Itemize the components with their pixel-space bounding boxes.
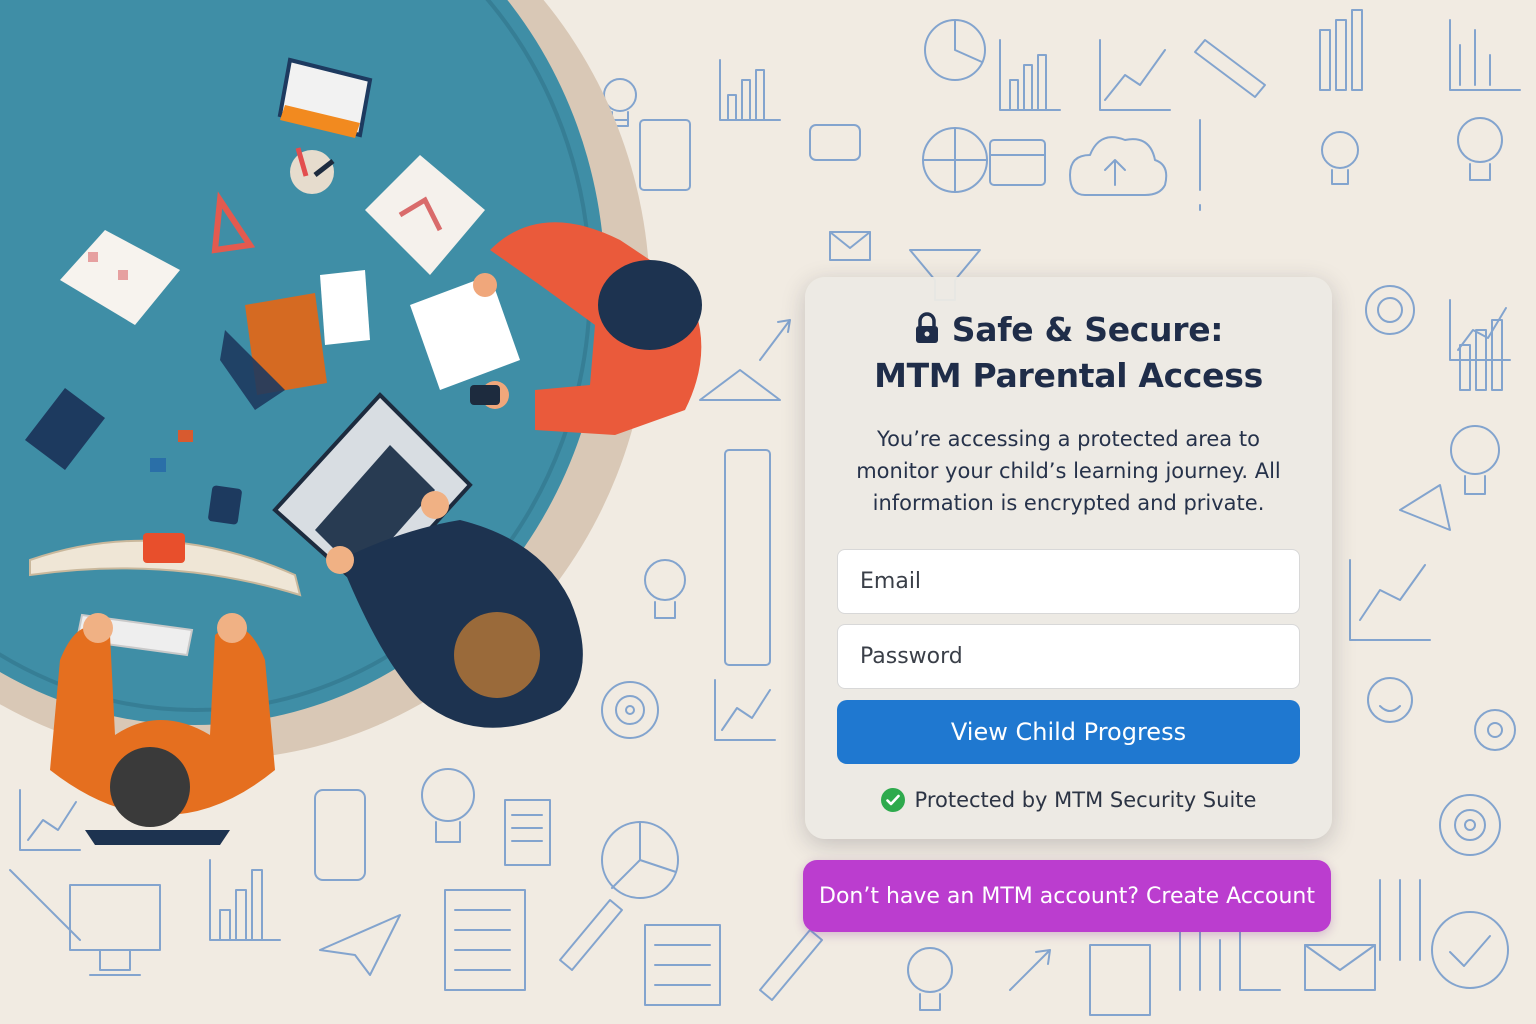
title-line-2: MTM Parental Access (874, 356, 1263, 395)
pencil-doodle (1194, 39, 1266, 98)
security-note-text: Protected by MTM Security Suite (914, 788, 1257, 812)
arrow-doodle (1009, 949, 1051, 991)
globe-doodle (922, 127, 988, 193)
lightbulb-doodle (1321, 131, 1359, 185)
arrow-doodle (759, 319, 791, 361)
card-description: You’re accessing a protected area to mon… (856, 427, 1281, 515)
cloud-upload-doodle (1069, 136, 1168, 196)
pie-doodle (924, 19, 986, 81)
bar-chart-doodle (719, 59, 781, 121)
computer-doodle (69, 884, 161, 976)
business-text-doodle (724, 449, 771, 666)
view-child-progress-button[interactable]: View Child Progress (837, 700, 1300, 764)
bar-chart-doodle (1449, 19, 1521, 91)
pencil-doodle (759, 929, 823, 1001)
checklist-doodle (444, 889, 526, 991)
bar-chart-doodle (1379, 879, 1421, 961)
paper-plane-doodle (319, 914, 401, 976)
create-account-button[interactable]: Don’t have an MTM account? Create Accoun… (803, 860, 1331, 932)
chat-doodle (809, 124, 861, 161)
lightbulb-doodle (1457, 117, 1503, 181)
lightbulb-doodle (907, 947, 953, 1011)
card-title: Safe & Secure: MTM Parental Access (837, 307, 1300, 399)
phone (208, 485, 242, 525)
graph-doodle (1099, 39, 1171, 111)
team-meeting-illustration (0, 0, 702, 845)
login-card: Safe & Secure: MTM Parental Access You’r… (805, 277, 1332, 839)
pencil-doodle (559, 899, 623, 971)
lightbulb-doodle (1450, 425, 1500, 495)
title-line-1: Safe & Secure: (951, 310, 1224, 349)
target-doodle (1365, 285, 1415, 335)
email-field[interactable] (837, 549, 1300, 614)
mail-doodle (1304, 944, 1376, 991)
mail-doodle (829, 231, 871, 261)
bar-chart-doodle (999, 39, 1061, 111)
check-circle-doodle (1431, 911, 1509, 989)
target-doodle (1439, 794, 1501, 856)
check-circle-icon (880, 788, 905, 812)
graph-doodle (714, 679, 776, 741)
password-field[interactable] (837, 624, 1300, 689)
bar-chart-doodle (209, 859, 281, 941)
triangle-doodle (1399, 484, 1451, 531)
document-doodle (644, 924, 721, 1006)
bar-chart-doodle (1319, 9, 1363, 91)
lock-icon (915, 312, 938, 343)
calendar-doodle (989, 139, 1046, 186)
chart-doodle (1349, 559, 1431, 641)
document-doodle (1089, 944, 1151, 1016)
gear-doodle (1474, 709, 1516, 751)
smile-doodle (1367, 677, 1413, 723)
bar-chart-doodle (1459, 319, 1503, 391)
security-note: Protected by MTM Security Suite (837, 788, 1300, 812)
